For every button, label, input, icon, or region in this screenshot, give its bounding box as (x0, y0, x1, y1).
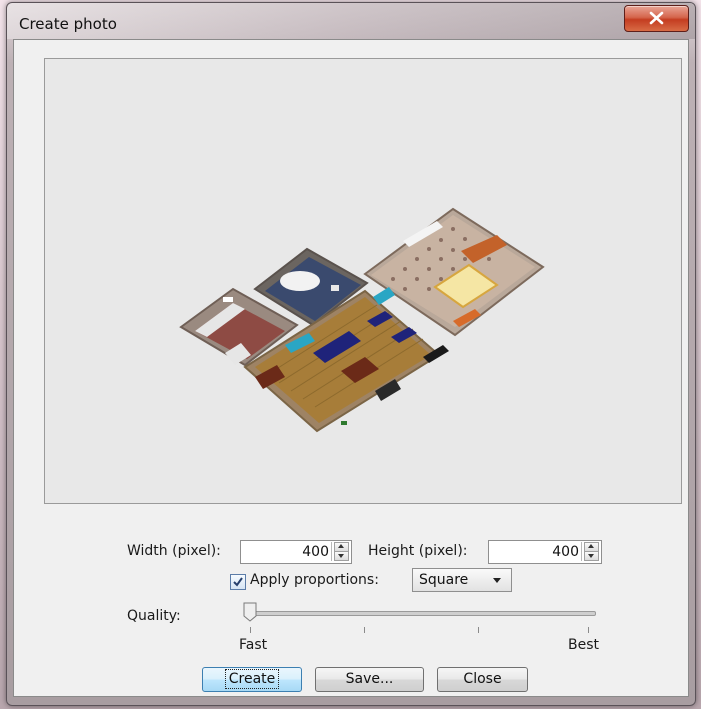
width-spinner-arrows[interactable] (331, 542, 349, 561)
chevron-down-icon (493, 578, 501, 583)
checkmark-icon (233, 577, 243, 587)
height-value[interactable]: 400 (552, 544, 579, 560)
quality-label: Quality: (127, 608, 181, 624)
title-bar[interactable]: Create photo (7, 3, 695, 39)
save-button[interactable]: Save... (315, 667, 424, 692)
apply-proportions-label[interactable]: Apply proportions: (250, 572, 379, 588)
close-icon (649, 11, 664, 25)
width-value[interactable]: 400 (302, 544, 329, 560)
proportions-select[interactable]: Square (412, 568, 512, 592)
proportions-selected-value: Square (419, 572, 469, 588)
dialog-content: Width (pixel): 400 Height (pixel): 400 A… (13, 39, 689, 697)
slider-tick (250, 627, 251, 633)
height-spinner-arrows[interactable] (581, 542, 599, 561)
slider-tick (478, 627, 479, 633)
quality-min-label: Fast (239, 637, 268, 653)
apply-proportions-checkbox[interactable] (230, 574, 246, 590)
height-label: Height (pixel): (368, 543, 468, 559)
width-label: Width (pixel): (127, 543, 221, 559)
floor-plan-3d-view (179, 207, 545, 433)
window-close-button[interactable] (624, 5, 689, 32)
decrement-icon[interactable] (334, 551, 349, 561)
decrement-icon[interactable] (584, 551, 599, 561)
close-button[interactable]: Close (437, 667, 528, 692)
quality-slider-thumb[interactable] (243, 602, 257, 622)
photo-preview[interactable] (44, 58, 682, 504)
quality-max-label: Best (568, 637, 600, 653)
window-title: Create photo (19, 15, 117, 33)
quality-slider-track[interactable] (254, 611, 596, 616)
width-spinner[interactable]: 400 (240, 540, 352, 564)
slider-tick (364, 627, 365, 633)
create-button-label: Create (224, 669, 280, 689)
create-button[interactable]: Create (202, 667, 302, 692)
height-spinner[interactable]: 400 (488, 540, 602, 564)
slider-tick (588, 627, 589, 633)
create-photo-dialog: Create photo Width (pixel): 400 Height (… (6, 2, 696, 706)
